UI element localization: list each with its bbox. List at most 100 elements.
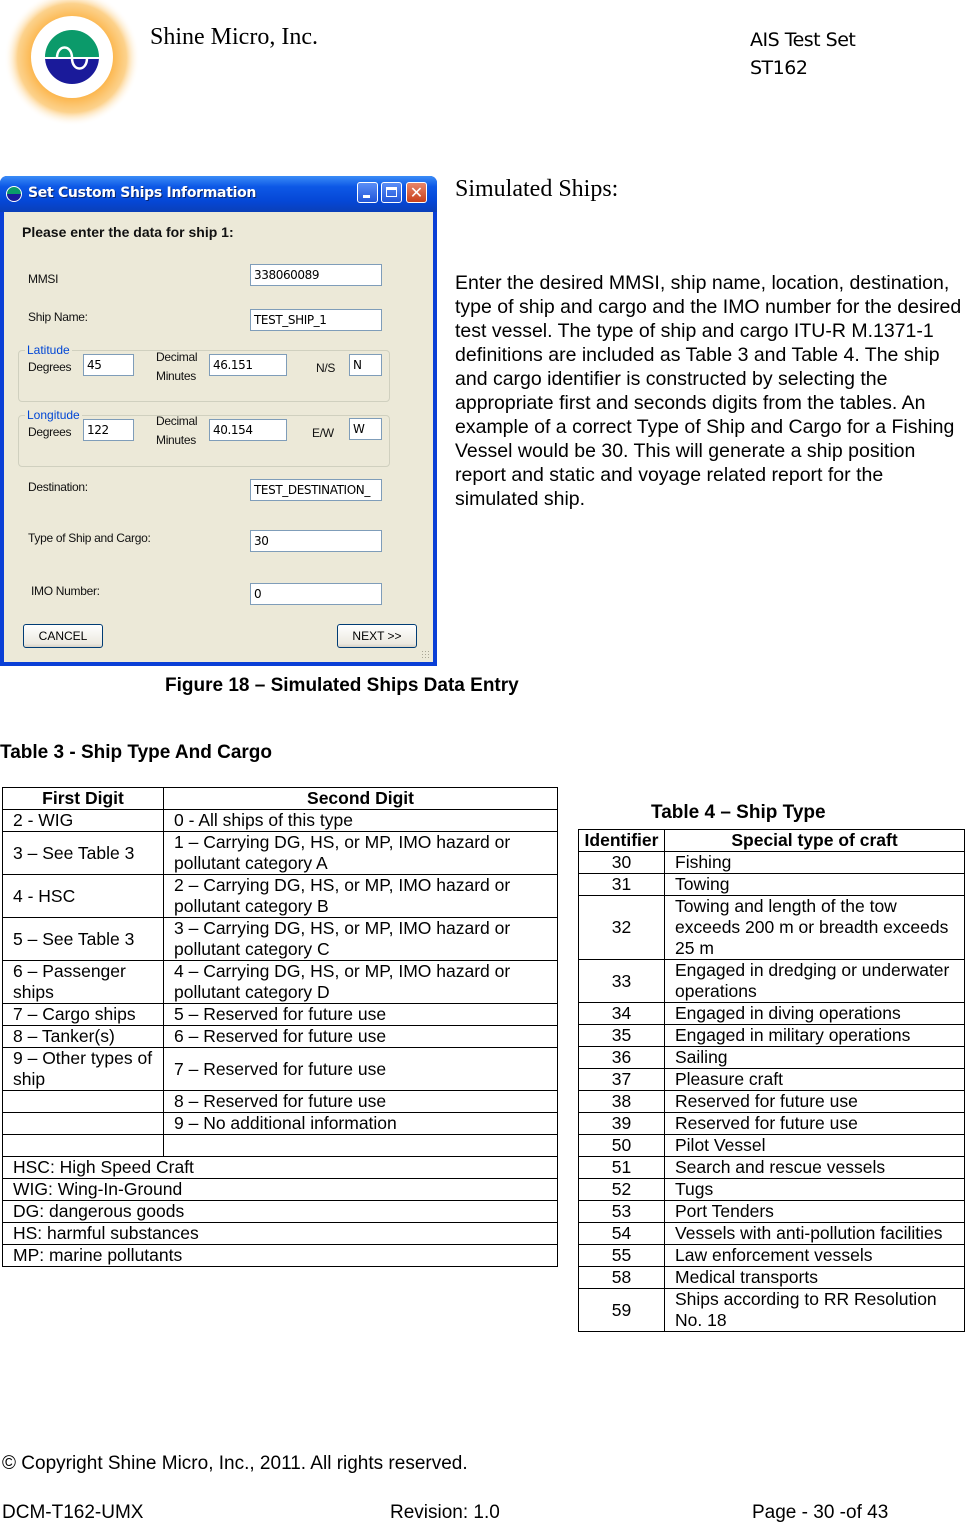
company-logo (0, 0, 140, 126)
second-digit-cell: 7 – Reserved for future use (163, 1047, 558, 1091)
table4: Identifier Special type of craft 30 Fishi… (578, 829, 965, 1332)
identifier-cell: 39 (578, 1112, 665, 1135)
second-digit-cell: 0 - All ships of this type (163, 809, 558, 832)
table4-row: 52 Tugs (578, 1178, 965, 1201)
latitude-minutes-label: Decimal Minutes (156, 348, 198, 386)
longitude-group-title: Longitude (25, 407, 82, 423)
cancel-button[interactable]: CANCEL (23, 624, 103, 648)
dialog-title: Set Custom Ships Information (28, 185, 257, 201)
craft-type-cell: Medical transports (664, 1266, 965, 1289)
table4-header-craft-type: Special type of craft (664, 829, 965, 852)
second-digit-cell: 6 – Reserved for future use (163, 1025, 558, 1048)
second-digit-cell: 8 – Reserved for future use (163, 1090, 558, 1113)
longitude-degrees-input[interactable]: 122 (83, 419, 134, 441)
ew-input[interactable]: W (349, 418, 382, 440)
first-digit-cell: 3 – See Table 3 (2, 831, 164, 875)
craft-type-cell: Engaged in military operations (664, 1024, 965, 1047)
craft-type-cell: Port Tenders (664, 1200, 965, 1223)
longitude-degrees-label: Degrees (28, 425, 72, 439)
document-id: DCM-T162-UMX (2, 1502, 144, 1523)
ship-type-input[interactable]: 30 (250, 530, 382, 552)
table3-header-first-digit: First Digit (2, 787, 164, 810)
table3-row: 4 - HSC 2 – Carrying DG, HS, or MP, IMO h… (2, 874, 558, 918)
identifier-cell: 54 (578, 1222, 665, 1245)
latitude-group-title: Latitude (25, 342, 72, 358)
next-button[interactable]: NEXT >> (337, 624, 417, 648)
table3-header-row: First Digit Second Digit (2, 787, 558, 810)
abbreviation-note: HSC: High Speed Craft (2, 1156, 558, 1179)
identifier-cell: 55 (578, 1244, 665, 1267)
maximize-button[interactable] (381, 182, 402, 203)
resize-grip-icon[interactable] (421, 650, 431, 660)
dialog-client-area: Please enter the data for ship 1: MMSI 3… (4, 212, 433, 662)
table4-header-identifier: Identifier (578, 829, 665, 852)
close-button[interactable]: ✕ (406, 182, 427, 203)
craft-type-cell: Pilot Vessel (664, 1134, 965, 1157)
page-number: Page - 30 -of 43 (752, 1502, 889, 1523)
second-digit-cell: 9 – No additional information (163, 1112, 558, 1135)
table3-row: 8 – Tanker(s) 6 – Reserved for future use (2, 1025, 558, 1048)
dialog-titlebar[interactable]: Set Custom Ships Information ✕ (0, 176, 437, 212)
mmsi-input[interactable]: 338060089 (250, 264, 382, 286)
identifier-cell: 35 (578, 1024, 665, 1047)
ew-label: E/W (312, 426, 334, 440)
second-digit-cell: 3 – Carrying DG, HS, or MP, IMO hazard o… (163, 917, 558, 961)
destination-input[interactable]: TEST_DESTINATION_ (250, 479, 382, 501)
first-digit-cell: 8 – Tanker(s) (2, 1025, 164, 1048)
wave-logo-icon (4, 0, 140, 126)
identifier-cell: 37 (578, 1068, 665, 1091)
craft-type-cell: Engaged in diving operations (664, 1002, 965, 1025)
table4-row: 37 Pleasure craft (578, 1068, 965, 1091)
company-name: Shine Micro, Inc. (150, 24, 318, 50)
table4-header-row: Identifier Special type of craft (578, 829, 965, 852)
table4-row: 55 Law enforcement vessels (578, 1244, 965, 1267)
product-name: AIS Test Set ST162 (750, 26, 856, 82)
craft-type-cell: Tugs (664, 1178, 965, 1201)
first-digit-cell: 2 - WIG (2, 809, 164, 832)
table4-row: 38 Reserved for future use (578, 1090, 965, 1113)
decimal-label: Decimal (156, 414, 198, 428)
first-digit-cell: 9 – Other types of ship (2, 1047, 164, 1091)
latitude-degrees-input[interactable]: 45 (83, 354, 134, 376)
ship-name-input[interactable]: TEST_SHIP_1 (250, 309, 382, 331)
ns-input[interactable]: N (349, 354, 382, 376)
identifier-cell: 36 (578, 1046, 665, 1069)
identifier-cell: 34 (578, 1002, 665, 1025)
table3-row: 5 – See Table 33 – Carrying DG, HS, or M… (2, 917, 558, 961)
table4-title: Table 4 – Ship Type (651, 802, 826, 823)
first-digit-cell (2, 1112, 164, 1135)
ship-name-label: Ship Name: (28, 310, 88, 324)
minimize-icon (363, 195, 370, 198)
maximize-icon (386, 187, 397, 197)
identifier-cell: 58 (578, 1266, 665, 1289)
table4-row: 30 Fishing (578, 851, 965, 874)
craft-type-cell: Pleasure craft (664, 1068, 965, 1091)
table4-row: 54 Vessels with anti-pollution facilities (578, 1222, 965, 1245)
minutes-label: Minutes (156, 369, 196, 383)
table3-note-row: DG: dangerous goods (2, 1200, 558, 1223)
abbreviation-note: HS: harmful substances (2, 1222, 558, 1245)
table4-row: 51 Search and rescue vessels (578, 1156, 965, 1179)
minimize-button[interactable] (357, 182, 378, 203)
table3: First Digit Second Digit 2 - WIG 0 - All … (2, 787, 558, 1267)
section-heading: Simulated Ships: (455, 176, 619, 202)
latitude-minutes-input[interactable]: 46.151 (209, 354, 287, 376)
table4-row: 36 Sailing (578, 1046, 965, 1069)
imo-input[interactable]: 0 (250, 583, 382, 605)
first-digit-cell (2, 1090, 164, 1113)
longitude-minutes-input[interactable]: 40.154 (209, 419, 287, 441)
close-icon: ✕ (409, 183, 424, 202)
copyright: © Copyright Shine Micro, Inc., 2011. All… (2, 1453, 468, 1474)
table3-row: 9 – Other types of ship 7 – Reserved for … (2, 1047, 558, 1091)
section-body: Enter the desired MMSI, ship name, locat… (455, 272, 962, 510)
latitude-degrees-label: Degrees (28, 360, 72, 374)
table3-header-second-digit: Second Digit (163, 787, 558, 810)
identifier-cell: 53 (578, 1200, 665, 1223)
craft-type-cell: Engaged in dredging or underwater operat… (664, 959, 965, 1003)
table3-note-row: MP: marine pollutants (2, 1244, 558, 1267)
revision: Revision: 1.0 (390, 1502, 500, 1523)
table4-row: 53 Port Tenders (578, 1200, 965, 1223)
identifier-cell: 31 (578, 873, 665, 896)
figure-caption: Figure 18 – Simulated Ships Data Entry (165, 675, 519, 696)
ns-label: N/S (316, 361, 336, 375)
